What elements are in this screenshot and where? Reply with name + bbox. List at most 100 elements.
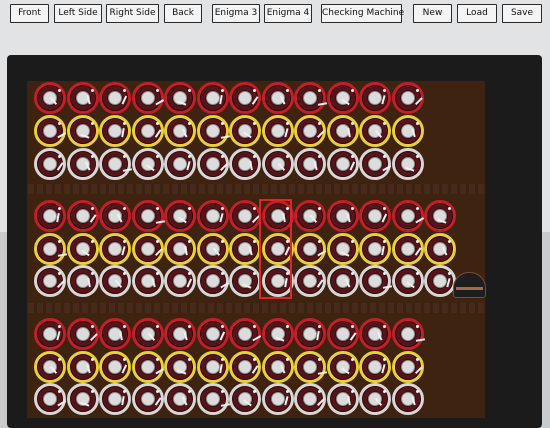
rotor-drum-icon[interactable]: [294, 265, 326, 297]
rotor-drum-icon[interactable]: [391, 233, 424, 265]
rotor-drum-icon[interactable]: [326, 383, 359, 415]
rotor-drum-icon[interactable]: [34, 383, 67, 415]
rotor-drum-icon[interactable]: [261, 115, 294, 147]
rotor-drum-icon[interactable]: [294, 383, 326, 415]
rotor-drum-icon[interactable]: [326, 82, 359, 114]
rotor-drum-icon[interactable]: [294, 233, 327, 265]
rotor-drum-icon[interactable]: [196, 233, 229, 265]
rotor-drum-icon[interactable]: [99, 148, 133, 180]
rotor-drum-icon[interactable]: [391, 148, 424, 180]
rotor-drum-icon[interactable]: [99, 265, 131, 297]
rotor-drum-icon[interactable]: [359, 265, 393, 297]
rotor-drum-icon[interactable]: [196, 265, 229, 297]
rotor-drum-icon[interactable]: [229, 82, 261, 114]
rotor-drum-icon[interactable]: [34, 115, 67, 147]
rotor-drum-icon[interactable]: [391, 115, 424, 147]
rotor-drum-icon[interactable]: [196, 82, 229, 114]
rotor-drum-icon[interactable]: [229, 383, 261, 415]
rotor-drum-icon[interactable]: [326, 200, 359, 232]
rotor-drum-icon[interactable]: [294, 82, 328, 114]
rotor-drum-icon[interactable]: [131, 318, 164, 350]
rotor-drum-icon[interactable]: [294, 318, 326, 350]
front-button[interactable]: Front: [10, 4, 49, 23]
rotor-drum-icon[interactable]: [164, 351, 196, 383]
rotor-drum-icon[interactable]: [131, 82, 164, 114]
rotor-drum-icon[interactable]: [294, 148, 326, 180]
rotor-drum-icon[interactable]: [424, 200, 456, 232]
rotor-drum-icon[interactable]: [131, 265, 164, 297]
rotor-drum-icon[interactable]: [359, 351, 391, 383]
rotor-drum-icon[interactable]: [326, 115, 359, 147]
rotor-drum-icon[interactable]: [99, 82, 131, 114]
rotor-drum-icon[interactable]: [326, 318, 359, 350]
rotor-drum-icon[interactable]: [66, 265, 99, 297]
rotor-drum-icon[interactable]: [229, 265, 261, 297]
rotor-drum-icon[interactable]: [196, 115, 230, 147]
rotor-drum-icon[interactable]: [196, 383, 230, 415]
rotor-drum-icon[interactable]: [66, 318, 99, 350]
rotor-drum-icon[interactable]: [196, 200, 229, 232]
load-button[interactable]: Load: [457, 4, 497, 23]
rotor-drum-icon[interactable]: [294, 115, 326, 147]
back-button[interactable]: Back: [164, 4, 202, 23]
rotor-drum-icon[interactable]: [99, 115, 131, 147]
rotor-drum-icon[interactable]: [131, 200, 165, 232]
right-side-button[interactable]: Right Side: [106, 4, 159, 23]
rotor-drum-icon[interactable]: [66, 115, 99, 147]
checking-machine-button[interactable]: Checking Machine: [321, 4, 404, 23]
rotor-drum-icon[interactable]: [99, 351, 131, 383]
rotor-drum-icon[interactable]: [196, 318, 229, 350]
rotor-drum-icon[interactable]: [424, 233, 456, 265]
rotor-drum-icon[interactable]: [34, 318, 66, 350]
rotor-drum-icon[interactable]: [66, 383, 99, 415]
rotor-drum-icon[interactable]: [229, 233, 261, 265]
rotor-drum-icon[interactable]: [131, 148, 164, 180]
rotor-drum-icon[interactable]: [131, 233, 164, 265]
rotor-drum-icon[interactable]: [66, 82, 99, 114]
rotor-drum-icon[interactable]: [164, 383, 196, 415]
rotor-drum-icon[interactable]: [326, 233, 359, 265]
rotor-drum-icon[interactable]: [424, 265, 456, 297]
rotor-drum-icon[interactable]: [131, 115, 164, 147]
rotor-drum-icon[interactable]: [359, 115, 391, 147]
rotor-drum-icon[interactable]: [359, 148, 392, 180]
left-side-button[interactable]: Left Side: [54, 4, 102, 23]
rotor-drum-icon[interactable]: [34, 82, 66, 114]
rotor-drum-icon[interactable]: [131, 351, 164, 383]
rotor-drum-icon[interactable]: [164, 233, 196, 265]
rotor-drum-icon[interactable]: [294, 200, 326, 232]
rotor-drum-icon[interactable]: [164, 265, 196, 297]
rotor-drum-icon[interactable]: [99, 200, 131, 232]
rotor-drum-icon[interactable]: [131, 383, 164, 415]
rotor-drum-icon[interactable]: [164, 82, 196, 114]
rotor-drum-icon[interactable]: [261, 200, 294, 232]
save-button[interactable]: Save: [502, 4, 542, 23]
rotor-drum-icon[interactable]: [359, 383, 391, 415]
rotor-drum-icon[interactable]: [391, 318, 425, 350]
rotor-drum-icon[interactable]: [391, 383, 424, 415]
rotor-drum-icon[interactable]: [34, 148, 66, 180]
rotor-drum-icon[interactable]: [66, 233, 99, 265]
rotor-drum-icon[interactable]: [66, 200, 99, 232]
rotor-drum-icon[interactable]: [229, 351, 261, 383]
rotor-drum-icon[interactable]: [261, 265, 294, 297]
rotor-drum-icon[interactable]: [229, 318, 262, 350]
rotor-drum-icon[interactable]: [261, 82, 294, 114]
rotor-drum-icon[interactable]: [164, 115, 196, 147]
rotor-drum-icon[interactable]: [391, 82, 424, 114]
enigma4-button[interactable]: Enigma 4: [264, 4, 312, 23]
rotor-drum-icon[interactable]: [261, 233, 294, 265]
rotor-drum-icon[interactable]: [196, 351, 229, 383]
rotor-drum-icon[interactable]: [261, 148, 294, 180]
rotor-drum-icon[interactable]: [164, 318, 196, 350]
new-button[interactable]: New: [413, 4, 452, 23]
rotor-drum-icon[interactable]: [261, 383, 294, 415]
rotor-drum-icon[interactable]: [261, 351, 294, 383]
rotor-drum-icon[interactable]: [326, 351, 359, 383]
rotor-drum-icon[interactable]: [164, 200, 196, 232]
rotor-drum-icon[interactable]: [391, 351, 424, 383]
rotor-drum-icon[interactable]: [391, 265, 424, 297]
rotor-drum-icon[interactable]: [359, 200, 391, 232]
rotor-drum-icon[interactable]: [99, 318, 131, 350]
rotor-drum-icon[interactable]: [261, 318, 294, 350]
